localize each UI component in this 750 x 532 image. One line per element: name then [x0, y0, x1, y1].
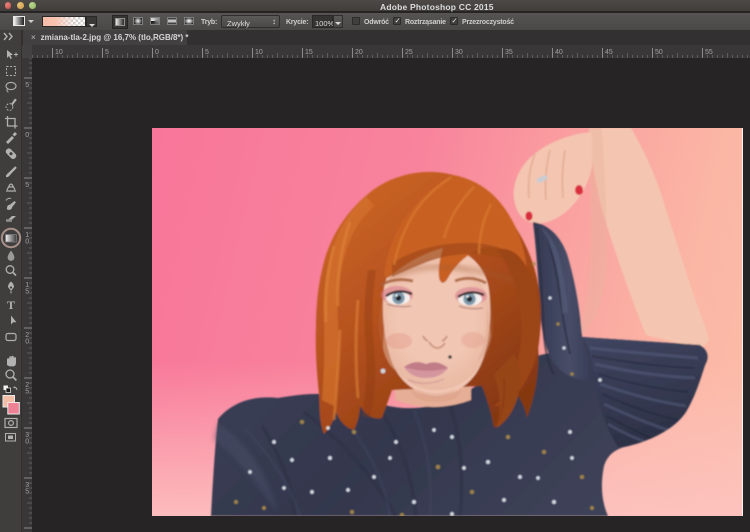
- svg-text:50: 50: [655, 49, 663, 56]
- svg-text:5: 5: [25, 82, 29, 89]
- svg-text:15: 15: [305, 49, 313, 56]
- svg-text:5: 5: [105, 49, 109, 56]
- svg-text:0: 0: [25, 439, 29, 446]
- svg-text:30: 30: [455, 49, 463, 56]
- svg-text:5: 5: [25, 489, 29, 496]
- svg-text:0: 0: [25, 239, 29, 246]
- svg-text:35: 35: [505, 49, 513, 56]
- svg-text:10: 10: [255, 49, 263, 56]
- svg-text:45: 45: [605, 49, 613, 56]
- svg-text:0: 0: [25, 132, 29, 139]
- svg-text:5: 5: [205, 49, 209, 56]
- svg-text:T: T: [7, 298, 15, 312]
- svg-text:25: 25: [405, 49, 413, 56]
- svg-text:5: 5: [25, 182, 29, 189]
- svg-text:5: 5: [25, 289, 29, 296]
- svg-text:10: 10: [55, 49, 63, 56]
- svg-text:20: 20: [355, 49, 363, 56]
- svg-text:0: 0: [155, 49, 159, 56]
- svg-text:40: 40: [555, 49, 563, 56]
- svg-text:55: 55: [705, 49, 713, 56]
- svg-text:5: 5: [25, 389, 29, 396]
- svg-text:0: 0: [25, 339, 29, 346]
